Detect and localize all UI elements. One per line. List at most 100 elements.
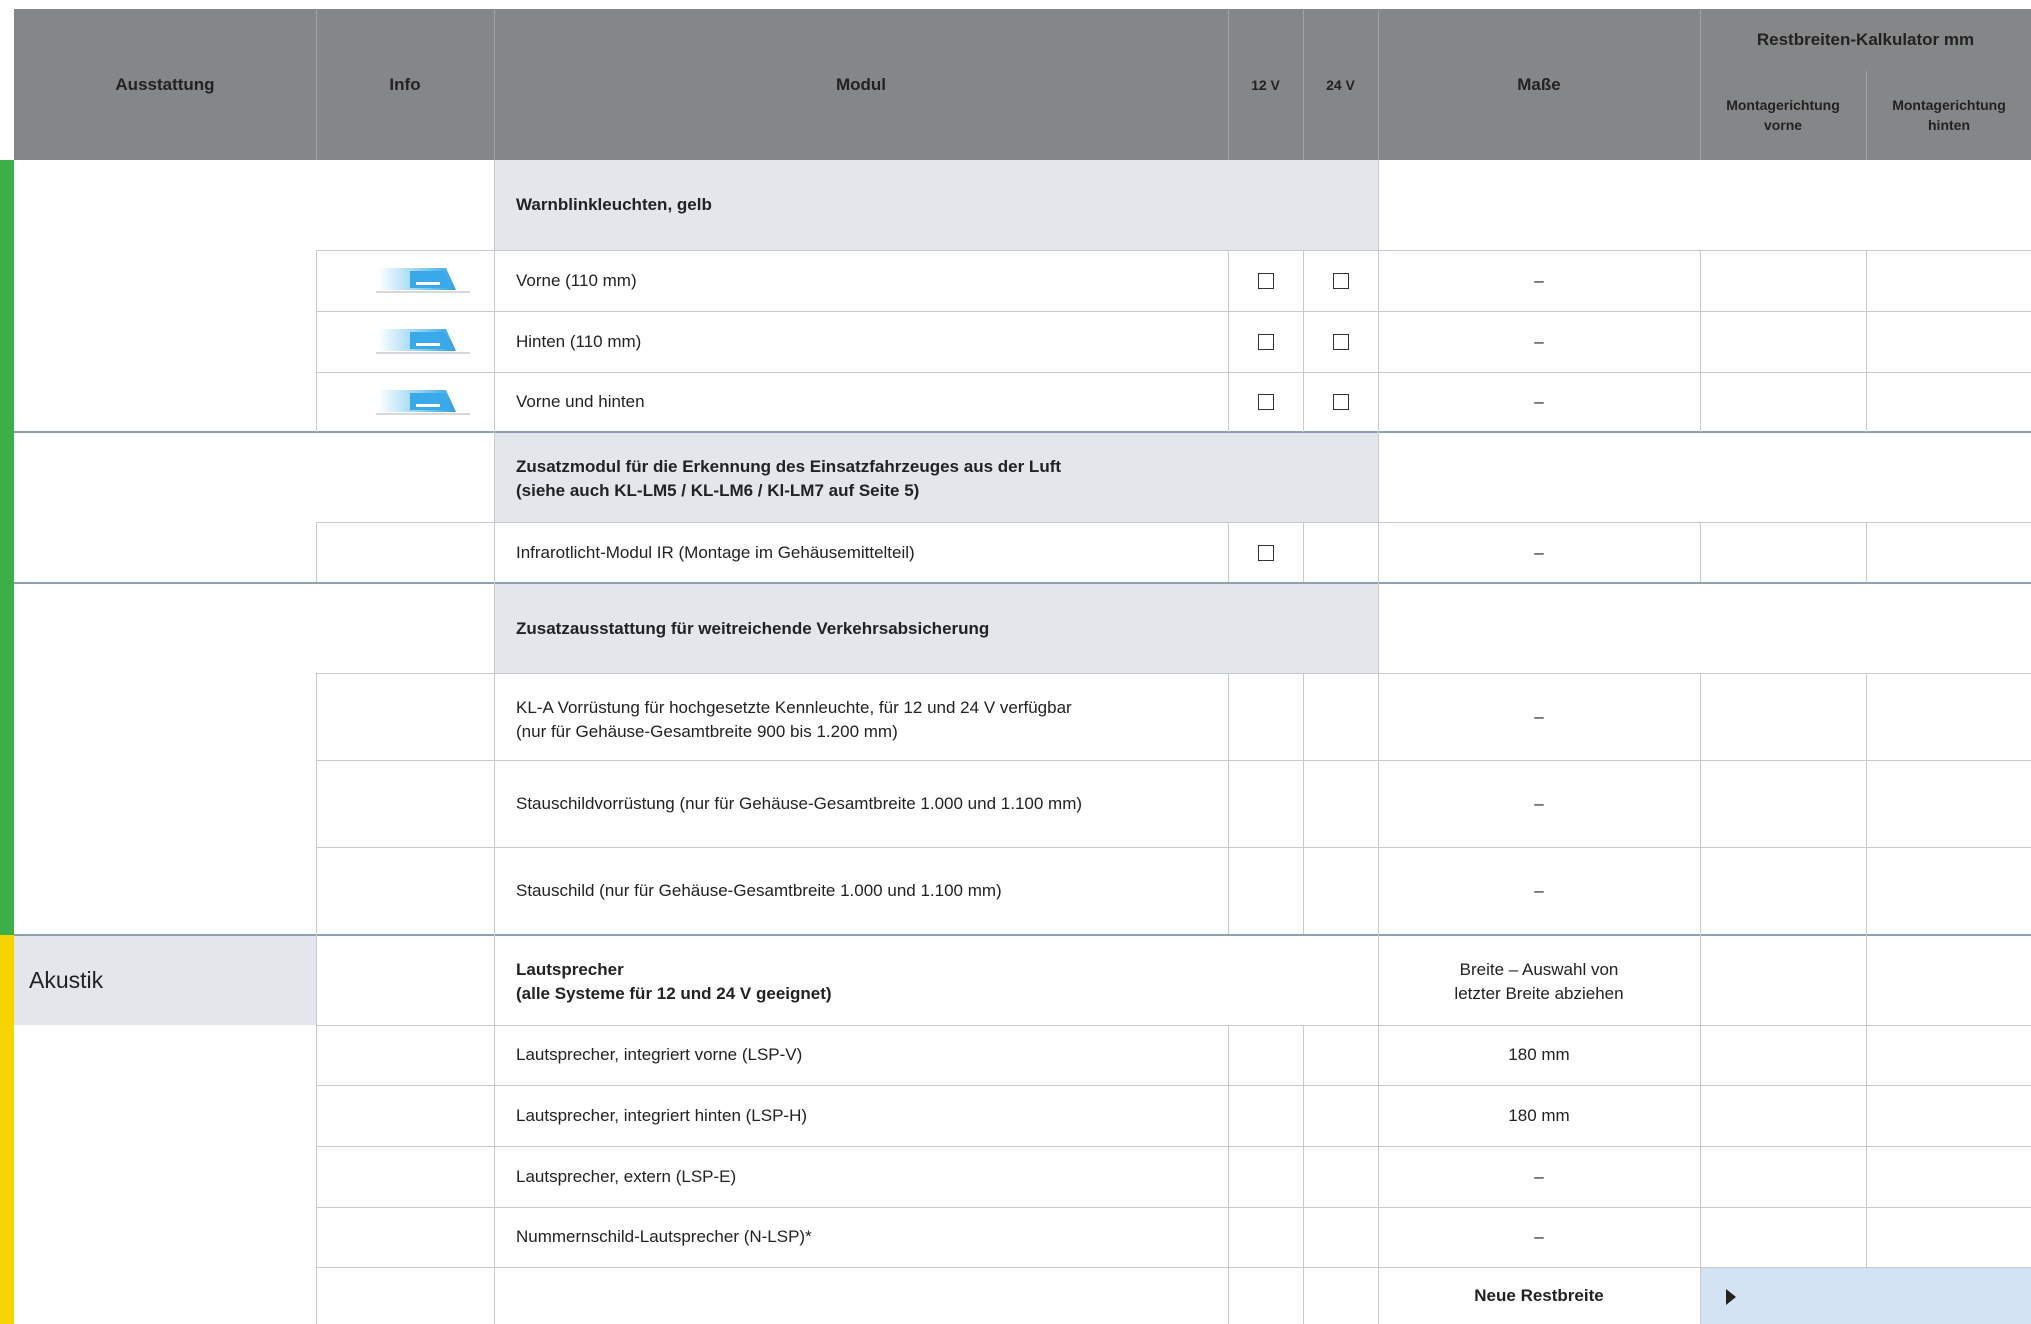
section-subtitle: (alle Systeme für 12 und 24 V geeignet) [516,984,832,1003]
masse-text: 180 mm [1508,1105,1570,1125]
section-title: Zusatzausstattung für weitreichende Verk… [516,618,990,638]
column-divider [316,522,317,582]
checkbox-24v[interactable] [1332,333,1349,350]
column-divider [1228,1025,1229,1324]
modul-text: Vorne und hinten [516,392,645,411]
column-divider [1228,250,1229,432]
section-title: Lautsprecher [516,960,624,979]
column-divider [316,673,317,1324]
modul-text: KL-A Vorrüstung für hochgesetzte Kennleu… [516,698,1072,717]
row-lsp-e-masse: – [1378,1146,1700,1207]
masse-text: – [1534,706,1544,726]
row-vorne-24v[interactable] [1303,250,1378,311]
row-ir-modul: Infrarotlicht-Modul IR (Montage im Gehäu… [494,522,1228,583]
section-title: Warnblinkleuchten, gelb [516,195,712,214]
section-subtitle: (siehe auch KL-LM5 / KL-LM6 / Kl-LM7 auf… [516,481,920,500]
row-vorne-12v[interactable] [1228,250,1303,311]
masse-note: Breite – Auswahl von [1459,960,1619,979]
row-stauschildvorruestung-modul: Stauschildvorrüstung (nur für Gehäuse-Ge… [494,760,1228,847]
row-hinten-24v[interactable] [1303,311,1378,372]
modul-text: Stauschild (nur für Gehäuse-Gesamtbreite… [516,880,1002,900]
masse-text: – [1534,542,1544,562]
footer-label: Neue Restbreite [1474,1286,1604,1305]
header-montage-hinten: Montagerichtung hinten [1892,97,2006,133]
modul-text: Stauschildvorrüstung (nur für Gehäuse-Ge… [516,793,1083,813]
column-divider [1303,673,1304,934]
row-beide-12v[interactable] [1228,372,1303,432]
column-divider [1700,673,1701,1324]
column-divider [1700,522,1701,582]
modul-text: Lautsprecher, integriert vorne (LSP-V) [516,1045,803,1064]
column-divider [1303,250,1304,432]
row-lsp-v-masse: 180 mm [1378,1025,1700,1085]
checkbox-12v[interactable] [1257,333,1274,350]
row-n-lsp-masse: – [1378,1207,1700,1267]
modul-text: Hinten (110 mm) [516,331,642,351]
column-divider [1866,250,1867,432]
warning-lamp-icon [376,329,470,354]
column-divider [494,160,495,1324]
section-lautsprecher-masse: Breite – Auswahl von letzter Breite abzi… [1378,936,1700,1025]
header-divider [316,9,317,160]
row-hinten-12v[interactable] [1228,311,1303,372]
play-arrow-icon [1726,1289,1736,1305]
column-divider [1866,522,1867,582]
modul-subtext: (nur für Gehäuse-Gesamtbreite 900 bis 1.… [516,722,898,741]
row-lsp-h-modul: Lautsprecher, integriert hinten (LSP-H) [494,1085,1228,1146]
masse-text: 180 mm [1508,1045,1570,1064]
section-verkehrsabsicherung: Zusatzausstattung für weitreichende Verk… [494,584,1378,673]
header-modul: Modul [835,74,887,94]
masse-text: – [1534,392,1544,411]
row-hinten-modul: Hinten (110 mm) [494,311,1228,372]
checkbox-12v[interactable] [1257,394,1274,410]
warning-lamp-icon [376,268,470,293]
checkbox-24v[interactable] [1332,394,1349,410]
masse-text: – [1534,1227,1544,1246]
section-title: Zusatzmodul für die Erkennung des Einsat… [516,457,1062,476]
header-divider [1866,71,1867,160]
masse-text: – [1534,793,1544,813]
column-divider [1228,522,1229,582]
column-divider [1303,522,1304,582]
header-24v: 24 V [1326,76,1355,93]
row-vorne-masse: – [1378,250,1700,311]
group-label-akustik: Akustik [14,936,316,1025]
header-divider [1228,9,1229,160]
row-stauschildvorruestung-masse: – [1378,760,1700,847]
group-bar-yellow [0,935,14,1324]
modul-text: Lautsprecher, extern (LSP-E) [516,1166,737,1186]
checkbox-24v[interactable] [1332,272,1349,289]
checkbox-12v[interactable] [1257,544,1274,561]
row-kla-modul: KL-A Vorrüstung für hochgesetzte Kennleu… [494,673,1228,760]
column-divider [1700,250,1701,432]
row-stauschild-masse: – [1378,847,1700,934]
header-masse: Maße [1517,74,1561,94]
row-ir-12v[interactable] [1228,522,1303,583]
warning-lamp-icon [376,390,470,415]
row-beide-24v[interactable] [1303,372,1378,432]
column-divider [1303,1025,1304,1324]
row-n-lsp-modul: Nummernschild-Lautsprecher (N-LSP)* [494,1207,1228,1267]
column-divider [316,250,317,432]
header-montage-vorne: Montagerichtung vorne [1726,97,1840,133]
row-lsp-v-modul: Lautsprecher, integriert vorne (LSP-V) [494,1025,1228,1085]
column-divider [1866,673,1867,1267]
neue-restbreite-label: Neue Restbreite [1378,1268,1700,1324]
row-stauschild-modul: Stauschild (nur für Gehäuse-Gesamtbreite… [494,847,1228,934]
section-lautsprecher: Lautsprecher (alle Systeme für 12 und 24… [494,936,1378,1025]
header-divider [1700,9,1701,160]
masse-text: – [1534,270,1544,290]
modul-text: Infrarotlicht-Modul IR (Montage im Gehäu… [516,542,915,562]
checkbox-12v[interactable] [1257,272,1274,289]
row-hinten-masse: – [1378,311,1700,372]
section-zusatzmodul-luft: Zusatzmodul für die Erkennung des Einsat… [494,433,1378,522]
masse-text: – [1534,1166,1544,1186]
group-title: Akustik [29,967,104,993]
masse-text: – [1534,880,1544,900]
neue-restbreite-field[interactable] [1700,1268,2031,1324]
column-divider [1378,160,1379,1324]
header-divider [1303,9,1304,160]
header-divider [1378,9,1379,160]
row-vorne-modul: Vorne (110 mm) [494,250,1228,311]
row-kla-masse: – [1378,673,1700,760]
